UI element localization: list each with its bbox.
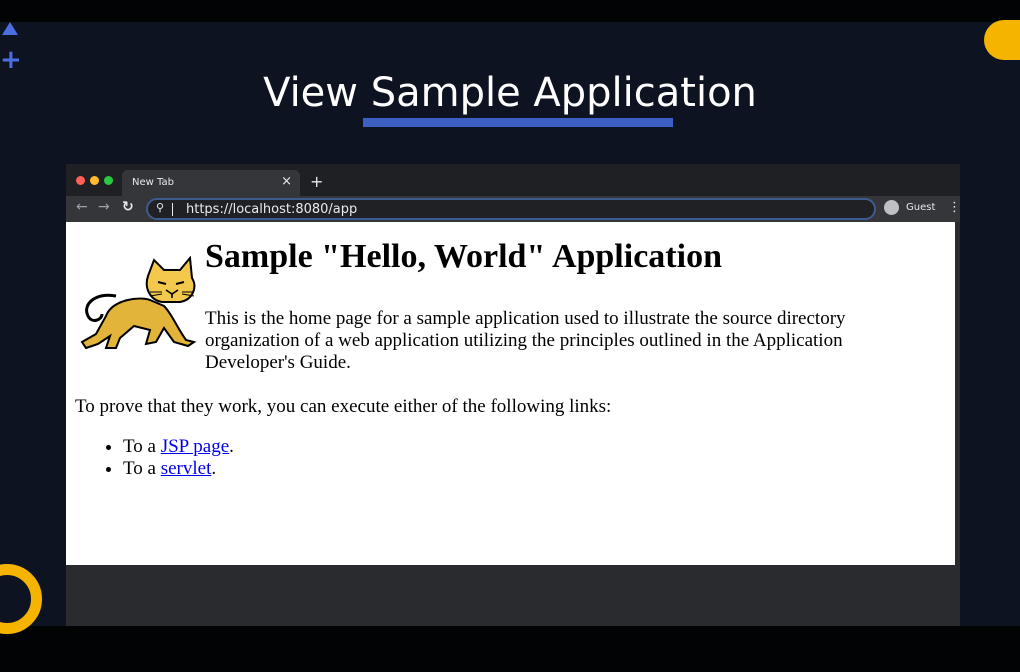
reload-icon[interactable]: ↻: [122, 199, 134, 215]
minimize-window-button[interactable]: [90, 176, 99, 185]
tomcat-cat-logo: [80, 256, 197, 350]
link-prefix: To a: [123, 458, 161, 479]
profile-label: Guest: [906, 202, 936, 213]
triangle-decoration: [2, 22, 18, 35]
ring-decoration: [0, 564, 42, 634]
title-underline: [363, 118, 673, 127]
list-item: To a servlet.: [123, 458, 234, 480]
servlet-link[interactable]: servlet: [161, 458, 212, 479]
plus-icon[interactable]: +: [310, 172, 323, 191]
tab-bar: New Tab × +: [66, 164, 960, 196]
url-text: https://localhost:8080/app: [186, 202, 358, 217]
links-list: To a JSP page. To a servlet.: [123, 436, 234, 480]
prove-text: To prove that they work, you can execute…: [75, 396, 612, 417]
page-heading: Sample "Hello, World" Application: [205, 238, 722, 275]
link-suffix: .: [211, 458, 217, 479]
tab-new-tab[interactable]: New Tab ×: [122, 170, 300, 196]
link-prefix: To a: [123, 436, 161, 457]
back-arrow-icon[interactable]: ←: [76, 199, 88, 215]
page-viewport: Sample "Hello, World" Application This i…: [66, 222, 955, 565]
jsp-page-link[interactable]: JSP page: [161, 436, 229, 457]
list-item: To a JSP page.: [123, 436, 234, 458]
link-suffix: .: [229, 436, 234, 457]
letterbox-bottom: [0, 626, 1020, 672]
plus-decoration: +: [0, 45, 22, 75]
intro-paragraph: This is the home page for a sample appli…: [205, 308, 846, 373]
letterbox-top: [0, 0, 1020, 22]
kebab-menu-icon[interactable]: ⋮: [948, 200, 961, 215]
slide-title: View Sample Application: [263, 70, 757, 116]
search-icon: ⚲: [156, 201, 165, 214]
browser-window: New Tab × + ← → ↻ ⚲ https://localhost:80…: [66, 164, 961, 626]
close-icon[interactable]: ×: [281, 174, 292, 189]
profile-avatar-icon: [884, 200, 899, 215]
tab-label: New Tab: [132, 177, 174, 188]
close-window-button[interactable]: [76, 176, 85, 185]
forward-arrow-icon[interactable]: →: [98, 199, 110, 215]
text-caret: [172, 203, 173, 216]
browser-toolbar: ← → ↻ ⚲ https://localhost:8080/app Guest…: [66, 196, 961, 222]
pill-decoration: [984, 20, 1020, 60]
address-bar[interactable]: ⚲ https://localhost:8080/app: [146, 198, 876, 220]
profile-button[interactable]: Guest: [884, 200, 948, 218]
zoom-window-button[interactable]: [104, 176, 113, 185]
